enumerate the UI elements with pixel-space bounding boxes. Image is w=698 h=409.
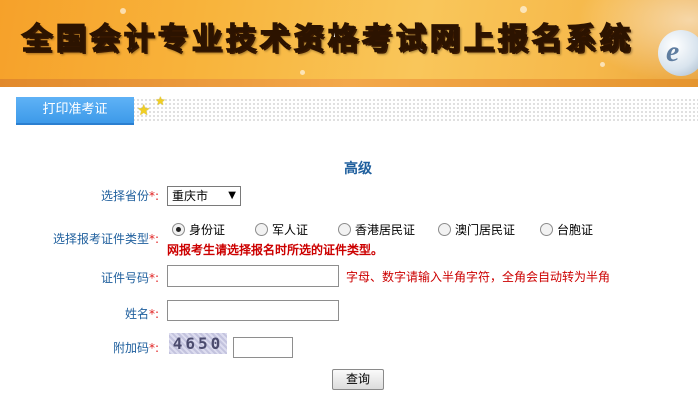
radio-macau-resident[interactable]: 澳门居民证 bbox=[438, 221, 515, 238]
sparkle-decoration bbox=[600, 62, 605, 67]
header-banner: 全国会计专业技术资格考试网上报名系统 e bbox=[0, 0, 698, 87]
radio-button[interactable] bbox=[540, 223, 553, 236]
name-input[interactable] bbox=[167, 300, 339, 321]
radio-button[interactable] bbox=[255, 223, 268, 236]
radio-taiwan-compatriot[interactable]: 台胞证 bbox=[540, 221, 593, 238]
province-label: 选择省份*: bbox=[100, 189, 159, 203]
system-title: 全国会计专业技术资格考试网上报名系统 bbox=[21, 21, 634, 58]
query-button[interactable]: 查询 bbox=[332, 369, 384, 390]
captcha-label: 附加码*: bbox=[112, 341, 159, 355]
dropdown-arrow-icon: ▼ bbox=[228, 190, 236, 201]
star-icon: ★ bbox=[137, 101, 151, 119]
tab-underline bbox=[16, 123, 134, 125]
id-number-label: 证件号码*: bbox=[100, 271, 159, 285]
radio-id-card[interactable]: 身份证 bbox=[172, 221, 225, 238]
radio-hong-kong-resident[interactable]: 香港居民证 bbox=[338, 221, 415, 238]
star-icon: ★ bbox=[155, 94, 166, 108]
captcha-image[interactable]: 4650 bbox=[169, 333, 227, 354]
section-title: 高级 bbox=[344, 161, 372, 177]
id-number-hint: 字母、数字请输入半角字符，全角会自动转为半角 bbox=[346, 270, 611, 284]
tab-bar: 打印准考证 ★ ★ bbox=[0, 94, 698, 126]
name-label: 姓名*: bbox=[124, 307, 159, 321]
province-select[interactable]: 重庆市 ▼ bbox=[167, 186, 241, 206]
sparkle-decoration bbox=[300, 70, 305, 75]
radio-button[interactable] bbox=[438, 223, 451, 236]
radio-button-checked[interactable] bbox=[172, 223, 185, 236]
id-number-input[interactable] bbox=[167, 265, 339, 287]
province-selected-value: 重庆市 bbox=[172, 189, 209, 203]
id-type-warning: 网报考生请选择报名时所选的证件类型。 bbox=[167, 243, 384, 257]
radio-military-id[interactable]: 军人证 bbox=[255, 221, 308, 238]
id-type-label: 选择报考证件类型*: bbox=[52, 232, 159, 246]
sparkle-decoration bbox=[520, 6, 527, 13]
radio-button[interactable] bbox=[338, 223, 351, 236]
captcha-input[interactable] bbox=[233, 337, 293, 358]
e-logo-icon: e bbox=[658, 30, 698, 76]
tab-print-admission-ticket[interactable]: 打印准考证 bbox=[16, 97, 134, 123]
